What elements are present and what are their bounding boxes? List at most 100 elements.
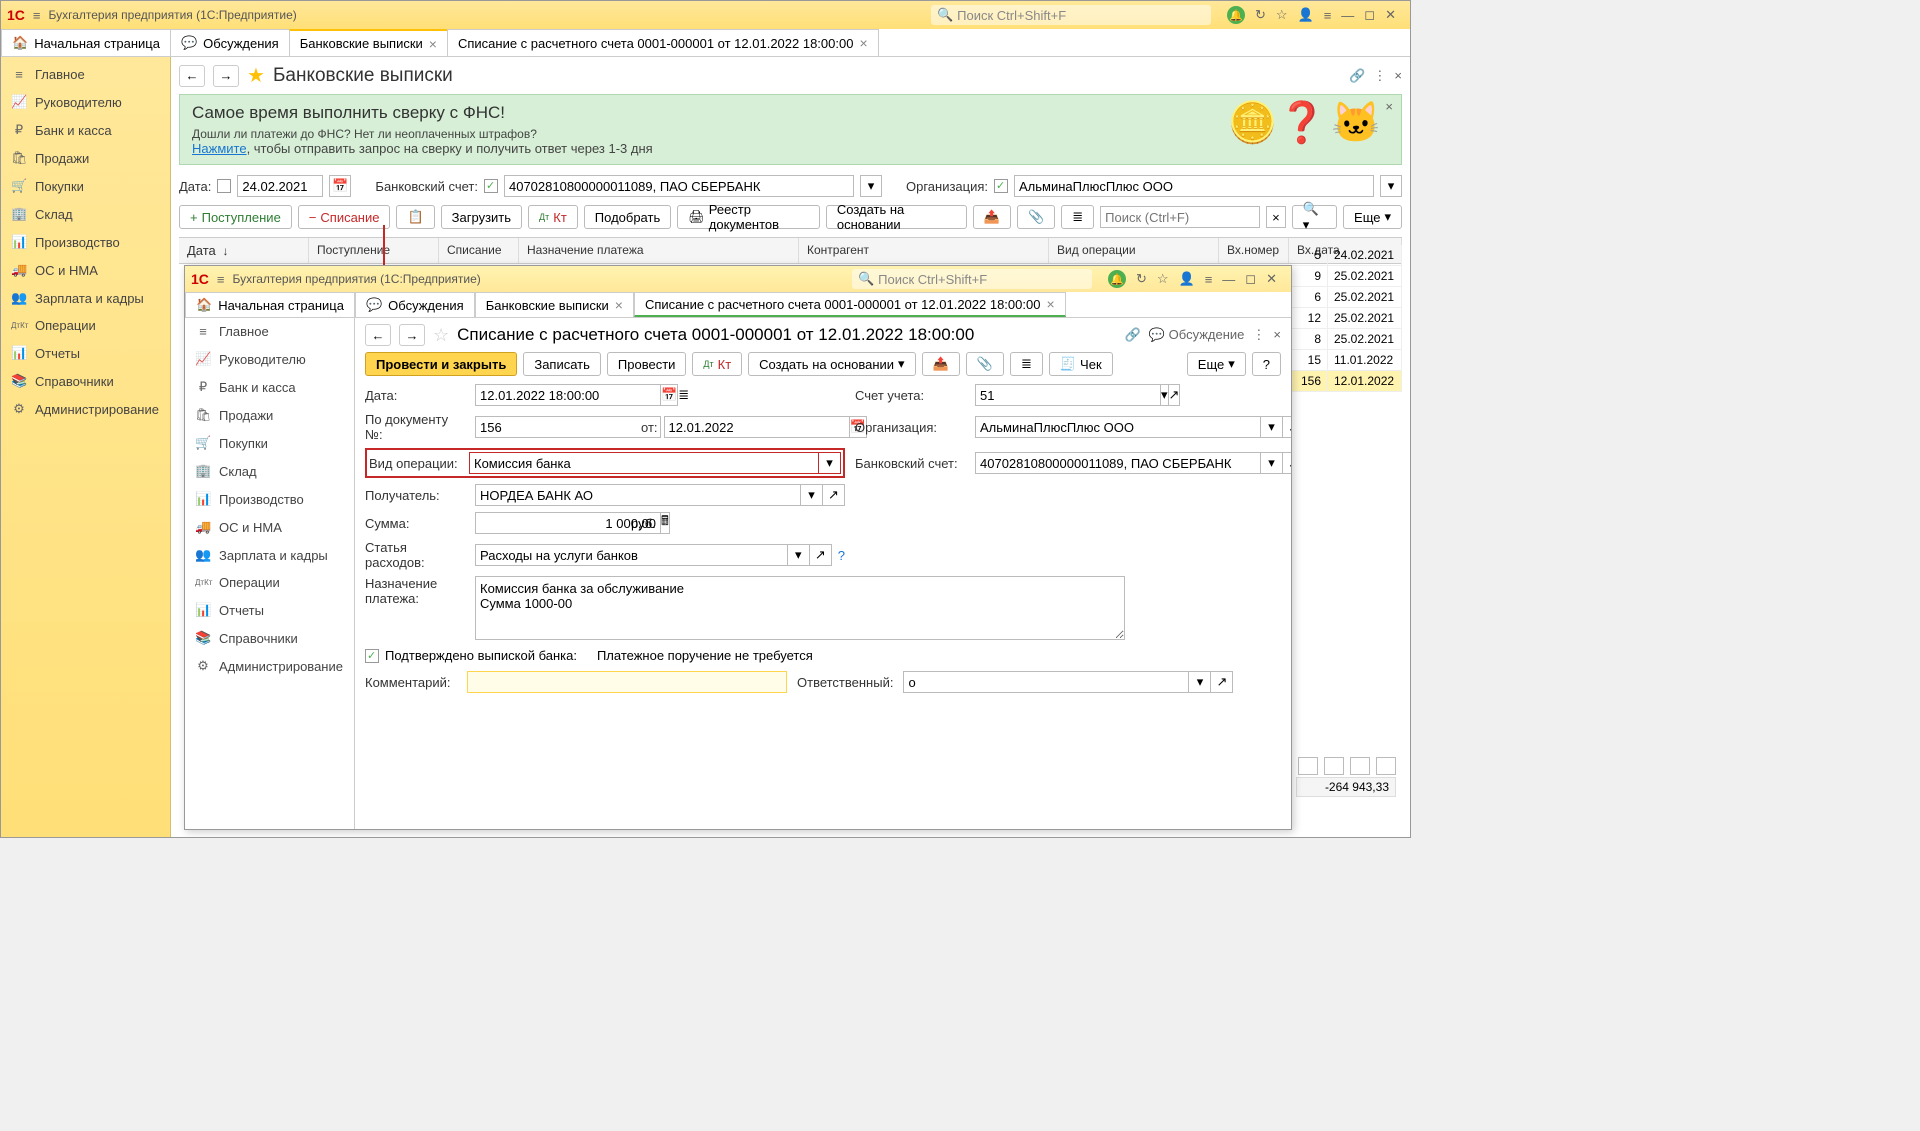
close-page-icon[interactable]: ×: [1273, 327, 1281, 343]
last-icon[interactable]: [1376, 757, 1396, 775]
isb-manager[interactable]: 📈Руководителю: [185, 345, 354, 373]
calendar-icon[interactable]: 📅: [661, 384, 678, 406]
bank-acc-input[interactable]: [975, 452, 1261, 474]
col-purpose[interactable]: Назначение платежа: [519, 238, 799, 263]
date-input[interactable]: [237, 175, 323, 197]
forward-button[interactable]: →: [213, 65, 239, 87]
close-page-icon[interactable]: ×: [1394, 68, 1402, 84]
share-button[interactable]: 📤: [973, 205, 1011, 229]
favorite-star-outline-icon[interactable]: ☆: [433, 325, 449, 346]
isb-refs[interactable]: 📚Справочники: [185, 624, 354, 652]
menu-lines-icon[interactable]: ≡: [1324, 8, 1332, 23]
comment-input[interactable]: [467, 671, 787, 693]
optype-input[interactable]: [469, 452, 819, 474]
table-row[interactable]: 625.02.2021: [1292, 287, 1402, 308]
hamburger-icon[interactable]: ≡: [33, 8, 41, 23]
isb-bank[interactable]: ₽Банк и касса: [185, 373, 354, 401]
open-icon[interactable]: ↗: [823, 484, 845, 506]
first-icon[interactable]: [1298, 757, 1318, 775]
tab-bank-statements[interactable]: Банковские выписки ×: [289, 29, 448, 56]
date-input[interactable]: [475, 384, 661, 406]
dropdown-icon[interactable]: ▾: [1380, 175, 1402, 197]
dropdown-icon[interactable]: ▾: [1189, 671, 1211, 693]
favorite-star-icon[interactable]: ★: [247, 63, 265, 88]
sidebar-item-production[interactable]: 📊Производство: [1, 228, 170, 256]
close-icon[interactable]: ✕: [1266, 271, 1277, 287]
isb-admin[interactable]: ⚙Администрирование: [185, 652, 354, 680]
more-button[interactable]: Еще ▾: [1343, 205, 1402, 229]
dropdown-icon[interactable]: ▾: [801, 484, 823, 506]
load-button[interactable]: Загрузить: [441, 205, 522, 229]
attach-button[interactable]: 📎: [966, 352, 1004, 376]
isb-warehouse[interactable]: 🏢Склад: [185, 457, 354, 485]
inner-tab-bank[interactable]: Банковские выписки×: [475, 292, 634, 317]
tab-home[interactable]: 🏠 Начальная страница: [1, 29, 171, 56]
save-button[interactable]: Записать: [523, 352, 601, 376]
hamburger-icon[interactable]: ≡: [217, 272, 225, 287]
dtkt-button[interactable]: ДтКт: [692, 352, 742, 376]
dtkt-button[interactable]: ДтКт: [528, 205, 578, 229]
check-button[interactable]: 🧾 Чек: [1049, 352, 1113, 376]
close-icon[interactable]: ✕: [1385, 7, 1396, 23]
banner-close-icon[interactable]: ×: [1385, 99, 1393, 114]
history-icon[interactable]: ↻: [1136, 271, 1147, 287]
org-input[interactable]: [1014, 175, 1374, 197]
sidebar-item-purchases[interactable]: 🛒Покупки: [1, 172, 170, 200]
dropdown-icon[interactable]: ▾: [860, 175, 882, 197]
inner-global-search[interactable]: 🔍 Поиск Ctrl+Shift+F: [852, 269, 1092, 289]
isb-payroll[interactable]: 👥Зарплата и кадры: [185, 541, 354, 569]
docno-input[interactable]: [475, 416, 661, 438]
dropdown-icon[interactable]: ▾: [1261, 416, 1283, 438]
receiver-input[interactable]: [475, 484, 801, 506]
toolbar-search[interactable]: [1100, 206, 1260, 228]
list-button[interactable]: ≣: [1061, 205, 1094, 229]
isb-main[interactable]: ≡Главное: [185, 318, 354, 345]
open-icon[interactable]: ↗: [1283, 452, 1291, 474]
link-icon[interactable]: 🔗: [1125, 327, 1141, 343]
close-tab-icon[interactable]: ×: [1046, 296, 1054, 312]
post-button[interactable]: Провести: [607, 352, 687, 376]
user-icon[interactable]: 👤: [1298, 7, 1314, 23]
forward-button[interactable]: →: [399, 324, 425, 346]
resp-input[interactable]: [903, 671, 1189, 693]
down-icon[interactable]: [1350, 757, 1370, 775]
calendar-icon[interactable]: 📅: [329, 175, 351, 197]
sidebar-item-assets[interactable]: 🚚ОС и НМА: [1, 256, 170, 284]
history-icon[interactable]: ↻: [1255, 7, 1266, 23]
table-row[interactable]: 1225.02.2021: [1292, 308, 1402, 329]
table-row[interactable]: 15612.01.2022: [1292, 371, 1402, 392]
sidebar-item-manager[interactable]: 📈Руководителю: [1, 88, 170, 116]
list-button[interactable]: ≣: [1010, 352, 1043, 376]
col-contragent[interactable]: Контрагент: [799, 238, 1049, 263]
close-tab-icon[interactable]: ×: [615, 297, 623, 313]
up-icon[interactable]: [1324, 757, 1344, 775]
tab-writeoff-doc[interactable]: Списание с расчетного счета 0001-000001 …: [447, 29, 879, 56]
notifications-bell-icon[interactable]: 🔔: [1227, 6, 1245, 24]
registry-button[interactable]: 🖨 Реестр документов: [677, 205, 820, 229]
back-button[interactable]: ←: [365, 324, 391, 346]
open-icon[interactable]: ↗: [810, 544, 832, 566]
account-input[interactable]: [975, 384, 1161, 406]
chat-icon[interactable]: 💬 Обсуждение: [1149, 327, 1245, 343]
clear-search-icon[interactable]: ×: [1266, 206, 1286, 228]
restore-icon[interactable]: ◻: [1245, 271, 1256, 287]
date-checkbox[interactable]: [217, 179, 231, 193]
link-icon[interactable]: 🔗: [1349, 68, 1365, 84]
purpose-textarea[interactable]: Комиссия банка за обслуживание Сумма 100…: [475, 576, 1125, 640]
user-icon[interactable]: 👤: [1179, 271, 1195, 287]
tab-discussions[interactable]: 💬 Обсуждения: [170, 29, 290, 56]
calc-icon[interactable]: 🖩: [661, 512, 670, 534]
help-icon[interactable]: ?: [838, 548, 845, 563]
sidebar-item-main[interactable]: ≡Главное: [1, 61, 170, 88]
org-input[interactable]: [975, 416, 1261, 438]
dropdown-icon[interactable]: ▾: [819, 452, 841, 474]
search-button[interactable]: 🔍 ▾: [1292, 205, 1337, 229]
attach-button[interactable]: 📎: [1017, 205, 1055, 229]
share-button[interactable]: 📤: [922, 352, 960, 376]
dropdown-icon[interactable]: ▾: [788, 544, 810, 566]
inner-tab-doc[interactable]: Списание с расчетного счета 0001-000001 …: [634, 292, 1066, 317]
receipt-button[interactable]: + Поступление: [179, 205, 292, 229]
table-row[interactable]: 1511.01.2022: [1292, 350, 1402, 371]
open-icon[interactable]: ↗: [1283, 416, 1291, 438]
minimize-icon[interactable]: —: [1222, 272, 1235, 287]
